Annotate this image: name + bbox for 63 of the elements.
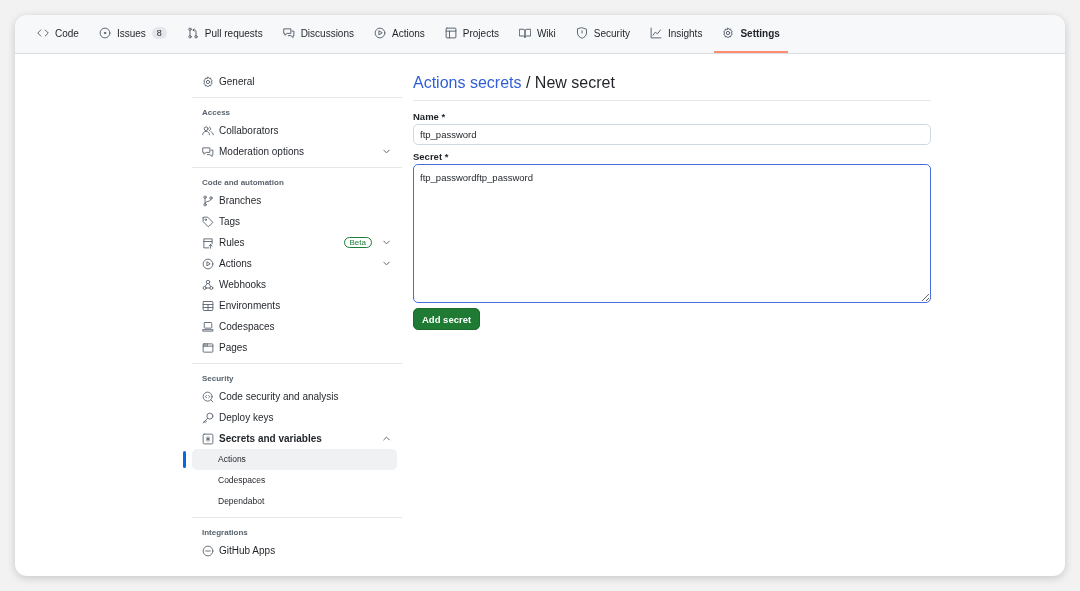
field-label: Name * xyxy=(413,111,446,122)
sidebar-subitem[interactable]: Dependabot xyxy=(192,491,397,512)
repo-tab[interactable]: Wiki xyxy=(510,15,564,53)
laptop-icon xyxy=(202,320,214,333)
repo-tab[interactable]: Projects xyxy=(436,15,507,53)
repo-tab[interactable]: Actions xyxy=(366,15,433,53)
selection-indicator xyxy=(183,451,186,468)
shield-icon xyxy=(575,27,588,39)
sidebar-item[interactable]: Pages xyxy=(192,337,402,358)
graph-icon xyxy=(649,27,662,39)
section-heading: Code and automation xyxy=(201,177,285,189)
tag-icon xyxy=(202,215,214,228)
section-heading: Access xyxy=(201,107,232,119)
add-secret-button[interactable]: Add secret xyxy=(413,308,481,330)
code-icon xyxy=(37,27,49,39)
sidebar-item[interactable]: Moderation options xyxy=(192,141,402,162)
secret-field[interactable]: ftp_passwordftp_password xyxy=(413,164,931,303)
asterisk-icon xyxy=(202,432,214,445)
play-icon xyxy=(374,27,386,39)
repo-tab[interactable]: Insights xyxy=(641,15,711,53)
book-icon xyxy=(518,27,531,39)
rules-icon xyxy=(202,236,214,249)
server-icon xyxy=(202,299,214,312)
play-icon xyxy=(202,257,214,270)
repo-tab[interactable]: Settings xyxy=(714,15,788,53)
sidebar-item[interactable]: General xyxy=(192,71,402,92)
field-label: Secret * xyxy=(413,151,449,162)
sidebar-item[interactable]: Codespaces xyxy=(192,316,402,337)
sidebar-item[interactable]: Rules Beta xyxy=(192,232,402,253)
people-icon xyxy=(202,124,214,137)
table-icon xyxy=(444,27,457,39)
comment-icon xyxy=(202,145,214,158)
breadcrumb-link[interactable]: Actions secrets xyxy=(413,74,522,91)
gear-icon xyxy=(202,75,214,88)
browser-icon xyxy=(202,341,214,354)
sidebar-item[interactable]: GitHub Apps xyxy=(192,540,402,561)
pr-icon xyxy=(186,27,199,39)
sidebar-item[interactable]: Secrets and variables xyxy=(192,428,402,449)
sidebar-subitem[interactable]: Codespaces xyxy=(192,470,397,491)
issue-icon xyxy=(98,27,111,39)
sidebar-item[interactable]: Environments xyxy=(192,295,402,316)
name-field[interactable]: ftp_password xyxy=(413,124,931,145)
repo-tab[interactable]: Discussions xyxy=(274,15,362,53)
key-icon xyxy=(202,411,214,424)
sidebar-subitem[interactable]: Actions xyxy=(192,449,397,470)
gear-icon xyxy=(722,27,735,39)
section-heading: Security xyxy=(201,373,235,385)
branch-icon xyxy=(202,194,214,207)
repo-tab[interactable]: Security xyxy=(567,15,638,53)
issue-counter: 8 xyxy=(151,27,167,39)
sidebar-item[interactable]: Collaborators xyxy=(192,120,402,141)
sidebar-item[interactable]: Deploy keys xyxy=(192,407,402,428)
page-title: / New secret xyxy=(525,74,615,91)
repo-tab[interactable]: Issues 8 xyxy=(90,15,175,53)
repo-tab[interactable]: Pull requests xyxy=(178,15,271,53)
section-heading: Integrations xyxy=(201,527,249,539)
repo-tab[interactable]: Code xyxy=(29,15,87,53)
sidebar-item[interactable]: Branches xyxy=(192,190,402,211)
sidebar-item[interactable]: Code security and analysis xyxy=(192,386,402,407)
sidebar-item[interactable]: Actions xyxy=(192,253,402,274)
scan-icon xyxy=(202,390,214,403)
sidebar-item[interactable]: Webhooks xyxy=(192,274,402,295)
sidebar-item[interactable]: Tags xyxy=(192,211,402,232)
